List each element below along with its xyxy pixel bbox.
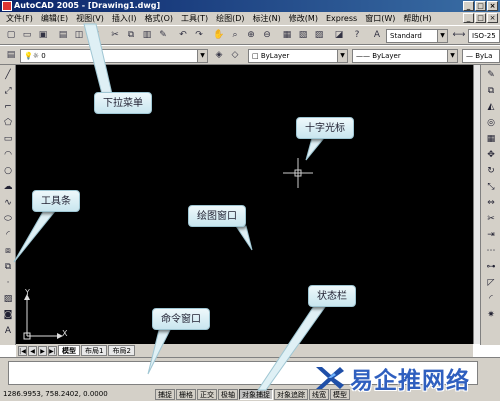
watermark-text: 易企推网络 [350, 367, 470, 394]
watermark: 易企推网络 [312, 355, 500, 401]
callout-drawing-window: 绘图窗口 [188, 205, 246, 227]
callout-crosshair: 十字光标 [296, 117, 354, 139]
callout-status-bar: 状态栏 [308, 285, 356, 307]
callout-command-window: 命令窗口 [152, 308, 210, 330]
watermark-logo-icon [316, 367, 344, 389]
callout-toolbar: 工具条 [32, 190, 80, 212]
callout-dropdown-menu: 下拉菜单 [94, 92, 152, 114]
